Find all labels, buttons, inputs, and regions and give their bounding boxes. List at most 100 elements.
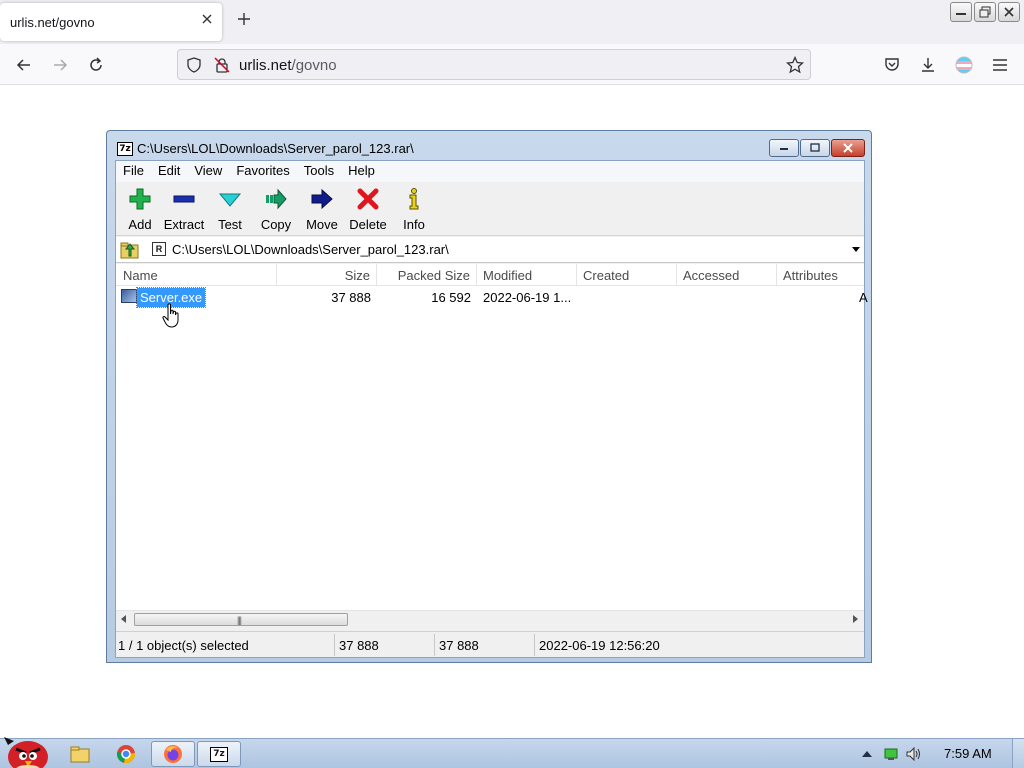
- angry-bird-icon: [4, 737, 48, 768]
- status-bar: 1 / 1 object(s) selected 37 888 37 888 2…: [116, 631, 864, 657]
- move-arrow-icon: [311, 188, 333, 210]
- arrow-right-icon[interactable]: [47, 52, 73, 78]
- info-button[interactable]: Info: [390, 187, 438, 233]
- horizontal-scrollbar[interactable]: |||: [116, 610, 864, 627]
- copy-arrow-icon: [266, 188, 287, 210]
- plus-icon[interactable]: [234, 11, 254, 31]
- scroll-thumb[interactable]: |||: [134, 613, 348, 626]
- check-icon: [218, 193, 242, 207]
- account-icon[interactable]: [951, 52, 977, 78]
- restore-icon[interactable]: [974, 2, 996, 22]
- close-icon[interactable]: [200, 13, 214, 27]
- toolbar: Add Extract Test Copy Move Delete Info: [116, 183, 864, 236]
- firefox-icon: [164, 745, 182, 763]
- exe-file-icon: [121, 289, 137, 303]
- show-desktop-button[interactable]: [1012, 739, 1024, 768]
- address-row: R C:\Users\LOL\Downloads\Server_parol_12…: [116, 237, 864, 263]
- url-bar[interactable]: urlis.net/govno: [177, 49, 811, 80]
- plus-icon: [129, 188, 151, 210]
- tray-expand-icon[interactable]: [862, 751, 872, 757]
- close-window-icon[interactable]: [998, 2, 1020, 22]
- hand-cursor-icon: [162, 303, 179, 328]
- menu-edit[interactable]: Edit: [158, 161, 187, 182]
- tab-title: urlis.net/govno: [10, 15, 95, 30]
- speaker-icon[interactable]: [906, 747, 922, 761]
- add-button[interactable]: Add: [116, 187, 164, 233]
- info-label: Info: [403, 217, 425, 232]
- network-icon[interactable]: [884, 748, 898, 760]
- col-name[interactable]: Name: [116, 264, 277, 286]
- status-divider: [434, 634, 435, 656]
- col-size[interactable]: Size: [277, 264, 377, 286]
- 7zip-window: 7z C:\Users\LOL\Downloads\Server_parol_1…: [106, 130, 872, 663]
- delete-x-icon: [357, 188, 379, 210]
- firefox-taskbar-button[interactable]: [151, 741, 195, 767]
- nav-bar: urlis.net/govno: [0, 44, 1024, 85]
- table-row[interactable]: Server.exe 37 888 16 592 2022-06-19 1...…: [116, 286, 868, 308]
- explorer-taskbar-button[interactable]: [58, 741, 102, 767]
- url-host: urlis.net: [239, 57, 292, 74]
- reload-icon[interactable]: [83, 52, 109, 78]
- folder-up-icon[interactable]: [119, 239, 141, 261]
- extract-button[interactable]: Extract: [160, 187, 208, 233]
- menu-view[interactable]: View: [194, 161, 229, 182]
- menu-help[interactable]: Help: [348, 161, 382, 182]
- arrow-left-icon[interactable]: [11, 52, 37, 78]
- window-buttons: [769, 139, 865, 157]
- test-label: Test: [218, 217, 242, 232]
- menu-file[interactable]: File: [123, 161, 151, 182]
- menu-favorites[interactable]: Favorites: [236, 161, 296, 182]
- delete-button[interactable]: Delete: [344, 187, 392, 233]
- grip-icon: |||: [237, 615, 242, 625]
- lock-icon[interactable]: [213, 56, 231, 74]
- col-attributes[interactable]: Attributes: [777, 264, 864, 286]
- star-icon[interactable]: [786, 56, 804, 74]
- col-packed-size[interactable]: Packed Size: [377, 264, 477, 286]
- tab-urlis[interactable]: urlis.net/govno: [0, 3, 222, 41]
- add-label: Add: [128, 217, 152, 232]
- window-client: File Edit View Favorites Tools Help Add …: [115, 160, 868, 658]
- download-icon[interactable]: [915, 52, 941, 78]
- address-path[interactable]: C:\Users\LOL\Downloads\Server_parol_123.…: [172, 242, 449, 257]
- file-size: 37 888: [331, 290, 371, 305]
- move-button[interactable]: Move: [298, 187, 346, 233]
- minimize-icon[interactable]: [769, 139, 799, 157]
- maximize-icon[interactable]: [800, 139, 830, 157]
- col-accessed[interactable]: Accessed: [677, 264, 777, 286]
- status-divider: [334, 634, 335, 656]
- 7zip-logo-icon: 7z: [117, 141, 133, 156]
- 7zip-taskbar-button[interactable]: 7z: [197, 741, 241, 767]
- file-modified: 2022-06-19 1...: [483, 290, 572, 305]
- 7zip-logo-icon: 7z: [210, 746, 228, 762]
- status-packed: 37 888: [439, 638, 479, 653]
- move-label: Move: [306, 217, 338, 232]
- col-modified[interactable]: Modified: [477, 264, 577, 286]
- scroll-left-icon[interactable]: [121, 615, 126, 623]
- url-text: urlis.net/govno: [239, 57, 337, 74]
- scroll-right-icon[interactable]: [853, 615, 858, 623]
- col-created[interactable]: Created: [577, 264, 677, 286]
- close-icon[interactable]: [831, 139, 865, 157]
- menu-tools[interactable]: Tools: [304, 161, 341, 182]
- chrome-taskbar-button[interactable]: [104, 741, 148, 767]
- copy-label: Copy: [260, 217, 292, 232]
- shield-icon[interactable]: [185, 56, 203, 74]
- window-controls: [950, 2, 1020, 24]
- pocket-icon[interactable]: [879, 52, 905, 78]
- chevron-down-icon[interactable]: [852, 247, 860, 252]
- hamburger-menu-icon[interactable]: [987, 52, 1013, 78]
- minus-icon: [173, 195, 195, 203]
- extract-label: Extract: [163, 217, 205, 232]
- clock[interactable]: 7:59 AM: [944, 746, 992, 761]
- status-selection: 1 / 1 object(s) selected: [118, 638, 249, 653]
- copy-button[interactable]: Copy: [252, 187, 300, 233]
- window-title: 7z C:\Users\LOL\Downloads\Server_parol_1…: [117, 141, 414, 156]
- taskbar: 7z 7:59 AM: [0, 737, 1024, 768]
- window-title-text: C:\Users\LOL\Downloads\Server_parol_123.…: [137, 141, 414, 156]
- start-button[interactable]: [2, 731, 50, 768]
- list-header: Name Size Packed Size Modified Created A…: [116, 264, 864, 286]
- test-button[interactable]: Test: [206, 187, 254, 233]
- minimize-icon[interactable]: [950, 2, 972, 22]
- file-attributes: A: [859, 290, 868, 305]
- menu-bar: File Edit View Favorites Tools Help: [116, 161, 864, 182]
